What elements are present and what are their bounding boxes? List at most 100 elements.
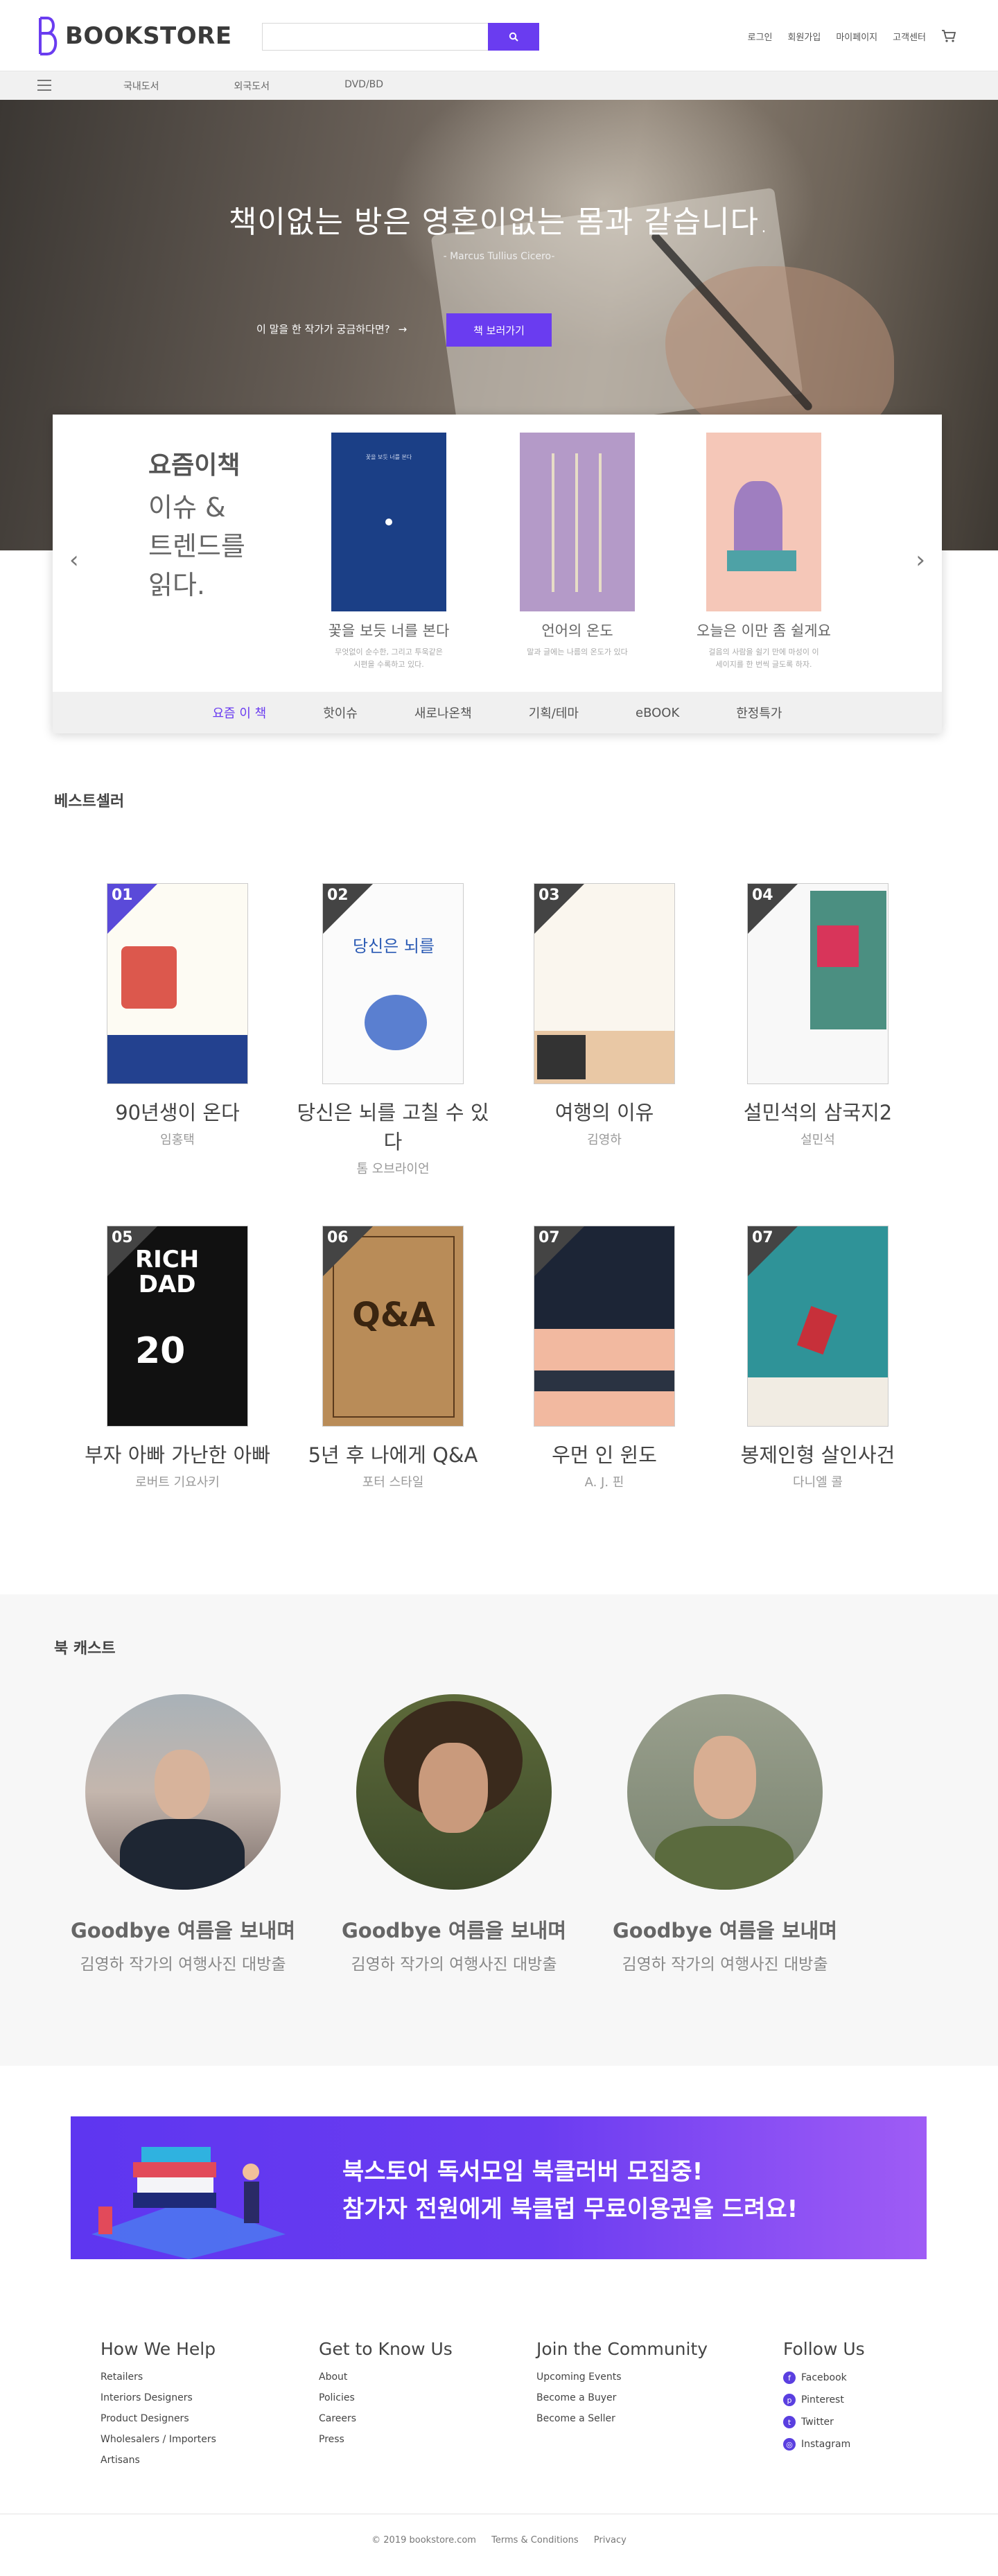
tab-ebook[interactable]: eBOOK: [607, 706, 708, 720]
footer-social-twitter[interactable]: t Twitter: [783, 2416, 865, 2428]
book-title: 90년생이 온다: [115, 1101, 240, 1124]
bestseller-item[interactable]: 07 봉제인형 살인사건 다니엘 콜: [714, 1226, 922, 1490]
podcast-item[interactable]: Goodbye 여름을 보내며 김영하 작가의 여행사진 대방출: [336, 1694, 572, 1974]
search-input[interactable]: [263, 24, 471, 50]
footer-social-instagram[interactable]: ◎ Instagram: [783, 2438, 865, 2451]
book-title: 우먼 인 윈도: [552, 1443, 657, 1467]
bestseller-item[interactable]: 07 우먼 인 윈도 A. J. 핀: [500, 1226, 708, 1490]
footer-link[interactable]: Wholesalers / Importers: [100, 2434, 216, 2445]
privacy-link[interactable]: Privacy: [594, 2535, 627, 2545]
search-button[interactable]: [488, 23, 539, 51]
book-cover: Q&A 06: [322, 1226, 464, 1427]
copyright-text: © 2019 bookstore.com: [371, 2535, 476, 2545]
tab-theme[interactable]: 기획/테마: [500, 704, 607, 722]
footer-link[interactable]: Upcoming Events: [536, 2372, 708, 2383]
book-title: 5년 후 나에게 Q&A: [308, 1443, 478, 1467]
carousel-prev-icon[interactable]: ‹: [69, 546, 79, 574]
terms-link[interactable]: Terms & Conditions: [491, 2535, 579, 2545]
login-link[interactable]: 로그인: [748, 30, 773, 43]
category-foreign[interactable]: 외국도서: [234, 79, 270, 93]
category-dvd[interactable]: DVD/BD: [344, 79, 383, 93]
tab-new[interactable]: 새로나온책: [386, 704, 500, 722]
menu-icon[interactable]: [37, 80, 51, 91]
facebook-icon: f: [783, 2372, 796, 2384]
logo-text: BOOKSTORE: [65, 22, 232, 50]
category-domestic[interactable]: 국내도서: [123, 79, 159, 93]
podcast-item-title: Goodbye 여름을 보내며: [341, 1919, 566, 1942]
footer: How We Help Retailers Interiors Designer…: [0, 2315, 998, 2516]
footer-link[interactable]: Become a Seller: [536, 2413, 708, 2424]
bestseller-item[interactable]: 03 여행의 이유 김영하: [500, 883, 708, 1148]
mypage-link[interactable]: 마이페이지: [836, 30, 877, 43]
book-author: 톰 오브라이언: [356, 1162, 430, 1176]
bestseller-item[interactable]: 01 90년생이 온다 임홍택: [73, 883, 281, 1148]
footer-link[interactable]: Press: [319, 2434, 453, 2445]
signup-link[interactable]: 회원가입: [788, 30, 821, 43]
avatar: [85, 1694, 281, 1890]
trending-book-1[interactable]: 꽃을 보듯 너를 본다 꽃을 보듯 너를 본다 무엇없이 순수한, 그리고 투욱…: [306, 433, 472, 671]
tab-hot-issue[interactable]: 핫이슈: [295, 704, 386, 722]
tab-special[interactable]: 한정특가: [708, 704, 810, 722]
book-cover: [706, 433, 821, 611]
book-cover: 01: [107, 883, 248, 1084]
browse-books-button[interactable]: 책 보러가기: [446, 313, 552, 347]
logo[interactable]: BOOKSTORE: [37, 17, 232, 55]
carousel-next-icon[interactable]: ›: [916, 546, 925, 574]
footer-link[interactable]: Artisans: [100, 2455, 216, 2466]
podcast-item-title: Goodbye 여름을 보내며: [70, 1919, 295, 1942]
footer-bottom-bar: © 2019 bookstore.com Terms & Conditions …: [0, 2514, 998, 2576]
banner-line-2: 참가자 전원에게 북클럽 무료이용권을 드려요!: [342, 2195, 798, 2223]
hero-question-text: 이 말을 한 작가가 궁금하다면?: [256, 323, 390, 336]
bestseller-item[interactable]: Q&A 06 5년 후 나에게 Q&A 포터 스타일: [289, 1226, 497, 1490]
footer-link[interactable]: About: [319, 2372, 453, 2383]
trending-subheading: 이슈 & 트렌드를 읽다.: [148, 492, 245, 600]
footer-link[interactable]: Interiors Designers: [100, 2392, 216, 2403]
bookclub-banner[interactable]: 북스토어 독서모임 북클러버 모집중! 참가자 전원에게 북클럽 무료이용권을 …: [71, 2116, 927, 2259]
book-author: 김영하: [587, 1133, 622, 1147]
book-title: 언어의 온도: [541, 623, 613, 639]
footer-social-pinterest[interactable]: p Pinterest: [783, 2394, 865, 2406]
trending-book-2[interactable]: 언어의 온도 말과 글에는 나름의 온도가 있다: [494, 433, 660, 659]
footer-link[interactable]: Product Designers: [100, 2413, 216, 2424]
bestseller-item[interactable]: RICH DAD 20 05 부자 아빠 가난한 아빠 로버트 기요사키: [73, 1226, 281, 1490]
tab-recent[interactable]: 요즘 이 책: [184, 704, 295, 722]
bestseller-item[interactable]: 04 설민석의 삼국지2 설민석: [714, 883, 922, 1148]
hero-subtitle: - Marcus Tullius Cicero-: [443, 251, 555, 262]
footer-link[interactable]: Become a Buyer: [536, 2392, 708, 2403]
book-title: 꽃을 보듯 너를 본다: [328, 623, 450, 639]
book-title: 부자 아빠 가난한 아빠: [85, 1443, 270, 1467]
footer-heading: Follow Us: [783, 2339, 865, 2359]
trending-tabs: 요즘 이 책 핫이슈 새로나온책 기획/테마 eBOOK 한정특가: [53, 692, 942, 733]
book-cover: 꽃을 보듯 너를 본다: [331, 433, 446, 611]
book-desc: 걸음의 사람을 쉴기 만에 마성이 이 세이지를 한 번씩 글도록 하자.: [708, 647, 819, 669]
footer-link[interactable]: Retailers: [100, 2372, 216, 2383]
bestseller-item[interactable]: 당신은 뇌를 02 당신은 뇌를 고칠 수 있다 톰 오브라이언: [289, 883, 497, 1177]
hero-title: 책이없는 방은 영혼이없는 몸과 같습니다.: [228, 204, 770, 240]
podcast-item-sub: 김영하 작가의 여행사진 대방출: [622, 1956, 828, 1974]
top-links: 로그인 회원가입 마이페이지 고객센터: [748, 29, 956, 43]
footer-social-facebook[interactable]: f Facebook: [783, 2372, 865, 2384]
book-title: 당신은 뇌를 고칠 수 있다: [297, 1101, 489, 1154]
footer-heading: Get to Know Us: [319, 2339, 453, 2359]
trending-book-3[interactable]: 오늘은 이만 좀 쉴게요 걸음의 사람을 쉴기 만에 마성이 이 세이지를 한 …: [681, 433, 847, 671]
footer-link[interactable]: Careers: [319, 2413, 453, 2424]
search-box: [262, 23, 539, 51]
book-author: 포터 스타일: [362, 1475, 424, 1490]
cart-icon[interactable]: [941, 29, 956, 43]
podcast-item[interactable]: Goodbye 여름을 보내며 김영하 작가의 여행사진 대방출: [65, 1694, 301, 1974]
trending-heading: 요즘이책: [148, 451, 240, 480]
podcast-title: 북 캐스트: [54, 1640, 116, 1657]
category-bar: 국내도서 외국도서 DVD/BD: [0, 71, 998, 100]
book-author: 설민석: [800, 1133, 835, 1147]
book-cover: 당신은 뇌를 02: [322, 883, 464, 1084]
footer-link[interactable]: Policies: [319, 2392, 453, 2403]
instagram-icon: ◎: [783, 2438, 796, 2451]
footer-col-help: How We Help Retailers Interiors Designer…: [100, 2339, 216, 2475]
book-desc: 말과 글에는 나름의 온도가 있다: [527, 647, 628, 656]
logo-icon: [39, 17, 58, 55]
footer-col-community: Join the Community Upcoming Events Becom…: [536, 2339, 708, 2434]
footer-heading: Join the Community: [536, 2339, 708, 2359]
customer-center-link[interactable]: 고객센터: [893, 30, 926, 43]
podcast-item[interactable]: Goodbye 여름을 보내며 김영하 작가의 여행사진 대방출: [607, 1694, 843, 1974]
book-cover: [520, 433, 635, 611]
